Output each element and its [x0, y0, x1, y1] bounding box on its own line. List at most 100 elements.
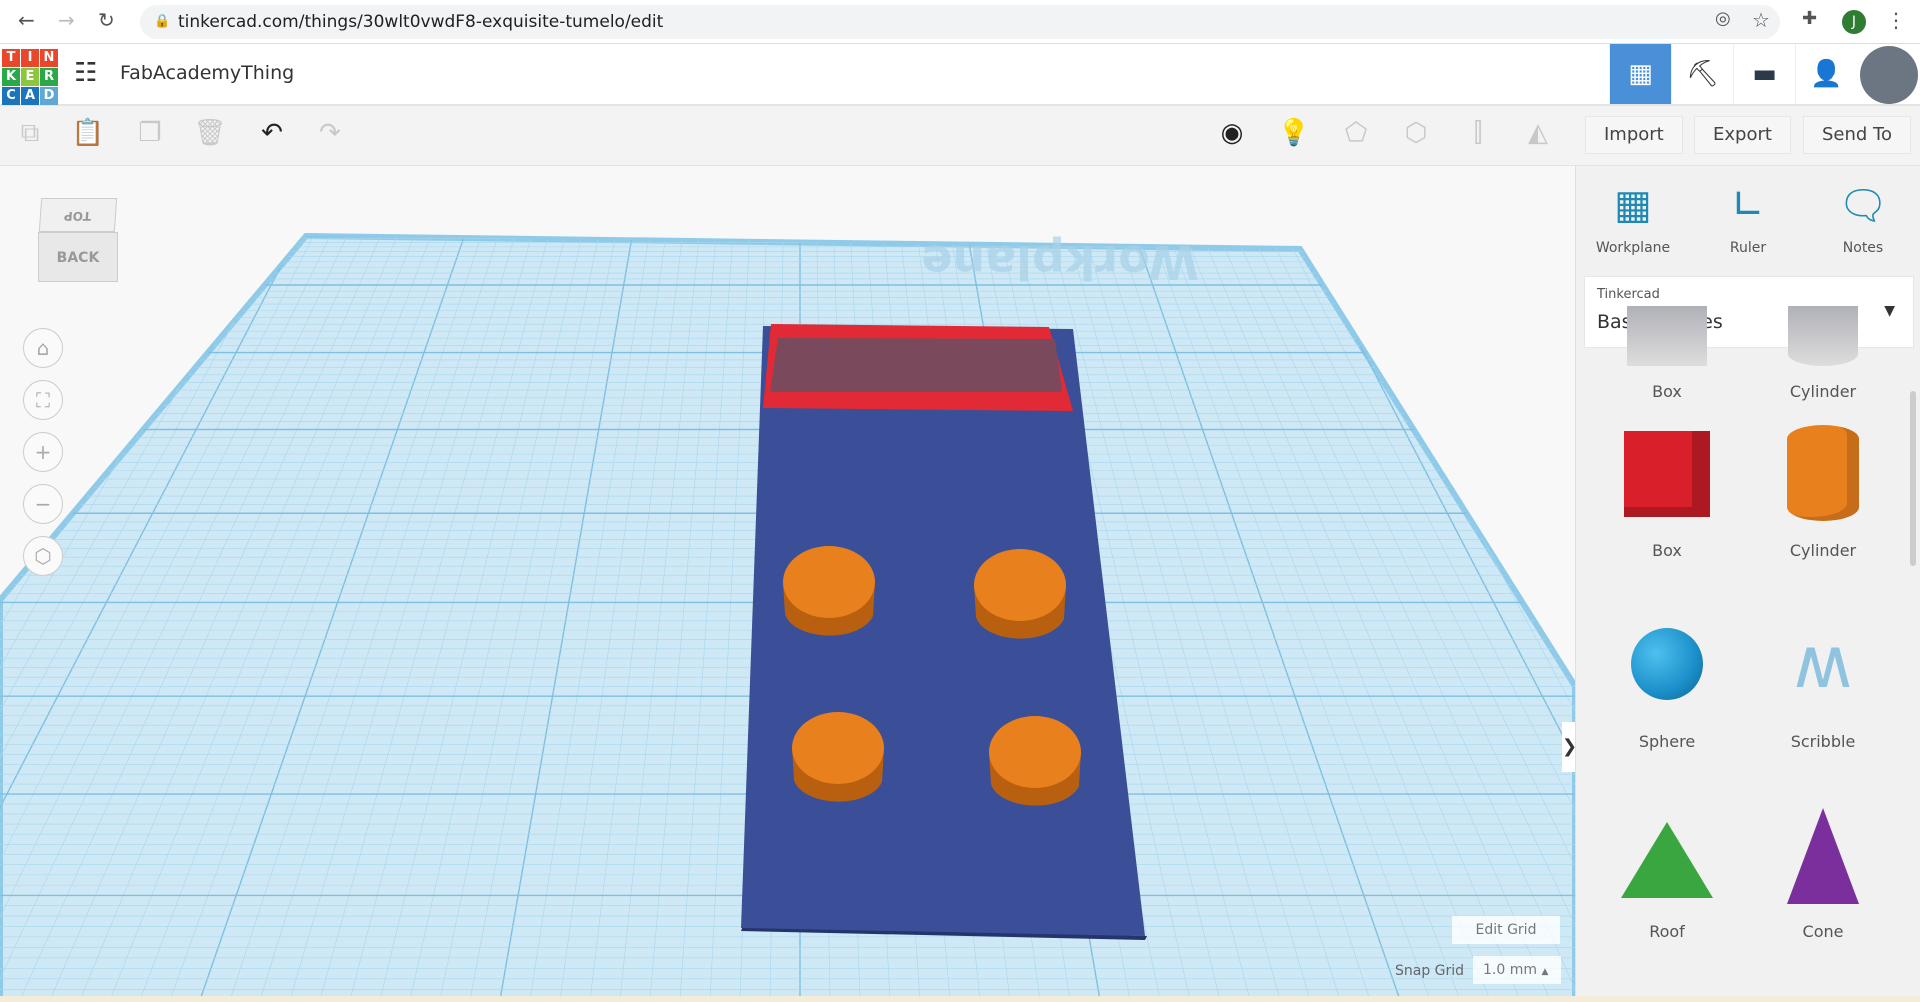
light-bulb-icon[interactable]: 💡: [1274, 118, 1314, 148]
toolbar: ⧉ 📋 ❐ 🗑 ↶ ↷ ◉ 💡 ⬠ ⬡ ⫿ ◭ Import Export Se…: [0, 106, 1920, 166]
orange-cylinder[interactable]: [989, 716, 1081, 788]
workplane-icon: ▦: [1614, 182, 1652, 228]
red-frame-pocket: [770, 338, 1062, 392]
panel-scrollbar[interactable]: [1910, 391, 1916, 566]
snap-grid-value: 1.0 mm: [1483, 962, 1537, 978]
shape-label: Box: [1652, 541, 1682, 560]
zoom-in-icon[interactable]: +: [23, 432, 63, 472]
3d-viewport[interactable]: Workplane TOP BACK ⌂ ⛶ + − ⬡ Edit Grid S…: [0, 166, 1575, 1002]
bottom-strip: [0, 996, 1920, 1002]
collapse-panel-button[interactable]: ❯: [1562, 722, 1575, 772]
shape-box[interactable]: Box: [1602, 306, 1732, 401]
shape-label: Cone: [1802, 922, 1844, 941]
add-user-icon[interactable]: 👤: [1795, 44, 1857, 104]
snap-grid-select[interactable]: 1.0 mm ▲: [1473, 956, 1561, 984]
shape-roof[interactable]: Roof: [1602, 802, 1732, 941]
shape-cylinder[interactable]: Cylinder: [1758, 306, 1888, 401]
logo-letter: E: [21, 68, 39, 86]
roof-icon: [1602, 802, 1732, 908]
redo-icon[interactable]: ↷: [310, 118, 350, 148]
mirror-icon[interactable]: ◭: [1518, 118, 1558, 148]
address-bar[interactable]: 🔒 tinkercad.com/things/30wlt0vwdF8-exquis…: [140, 5, 1780, 39]
ruler-tool[interactable]: ∟ Ruler: [1698, 182, 1798, 256]
shape-label: Scribble: [1790, 732, 1856, 751]
shape-scribble[interactable]: ʍ Scribble: [1758, 612, 1888, 751]
duplicate-icon[interactable]: ❐: [130, 118, 170, 148]
app-header: TIN KER CAD ☷ FabAcademyThing ▦ ⛏ ▬ 👤: [0, 44, 1920, 106]
url-text: tinkercad.com/things/30wlt0vwdF8-exquisi…: [178, 12, 664, 32]
shapes-panel: ▦ Workplane ∟ Ruler 🗨 Notes Tinkercad Basic…: [1575, 166, 1920, 1002]
star-icon[interactable]: ☆: [1752, 8, 1770, 32]
logo-letter: I: [21, 49, 39, 67]
bricks-icon[interactable]: ▬: [1733, 44, 1795, 104]
logo-letter: D: [40, 87, 58, 105]
scene[interactable]: Workplane: [0, 166, 1575, 1002]
design-list-icon[interactable]: ☷: [74, 58, 97, 88]
shape-label: Roof: [1649, 922, 1685, 941]
shape-label: Box: [1652, 382, 1682, 401]
pickaxe-icon[interactable]: ⛏: [1671, 44, 1733, 104]
workplane-tool[interactable]: ▦ Workplane: [1583, 182, 1683, 256]
edit-grid-button[interactable]: Edit Grid: [1452, 916, 1560, 944]
align-icon[interactable]: ⫿: [1458, 118, 1498, 149]
cylinder-icon: [1758, 421, 1888, 527]
group-icon[interactable]: ⬠: [1336, 118, 1376, 148]
import-button[interactable]: Import: [1585, 116, 1683, 154]
shape-box[interactable]: Box: [1602, 421, 1732, 560]
eye-off-icon[interactable]: ◎: [1715, 8, 1731, 29]
orange-cylinder[interactable]: [783, 546, 875, 618]
extensions-icon[interactable]: ✚: [1802, 8, 1817, 29]
back-icon[interactable]: ←: [18, 8, 35, 32]
orange-cylinder[interactable]: [974, 549, 1066, 621]
3d-design-view-icon[interactable]: ▦: [1609, 44, 1671, 104]
view-cube[interactable]: TOP BACK: [38, 198, 118, 288]
shape-label: Cylinder: [1789, 541, 1857, 560]
logo-letter: A: [21, 87, 39, 105]
shape-cylinder[interactable]: Cylinder: [1758, 421, 1888, 560]
caret-up-icon: ▲: [1541, 967, 1549, 977]
lock-icon: 🔒: [154, 14, 171, 29]
tinkercad-logo[interactable]: TIN KER CAD: [2, 49, 58, 105]
notes-tool[interactable]: 🗨 Notes: [1813, 182, 1913, 256]
home-view-icon[interactable]: ⌂: [23, 328, 63, 368]
delete-icon[interactable]: 🗑: [190, 118, 230, 148]
shape-label: Sphere: [1638, 732, 1696, 751]
reload-icon[interactable]: ↻: [98, 8, 115, 32]
paste-icon[interactable]: 📋: [68, 118, 108, 148]
logo-letter: N: [40, 49, 58, 67]
ruler-icon: ∟: [1731, 182, 1765, 228]
snap-grid-label: Snap Grid: [1395, 963, 1465, 979]
logo-letter: R: [40, 68, 58, 86]
notes-tool-label: Notes: [1842, 240, 1884, 256]
box-icon: [1602, 306, 1732, 366]
shape-cone[interactable]: Cone: [1758, 802, 1888, 941]
export-button[interactable]: Export: [1694, 116, 1791, 154]
cone-icon: [1758, 802, 1888, 908]
library-source: Tinkercad: [1597, 287, 1660, 302]
logo-letter: T: [2, 49, 20, 67]
orange-cylinder[interactable]: [792, 712, 884, 784]
view-cube-back[interactable]: BACK: [38, 232, 118, 282]
scribble-icon: ʍ: [1793, 620, 1853, 704]
send-to-button[interactable]: Send To: [1803, 116, 1912, 154]
forward-icon[interactable]: →: [58, 8, 75, 32]
shape-label: Cylinder: [1789, 382, 1857, 401]
zoom-out-icon[interactable]: −: [23, 484, 63, 524]
user-avatar[interactable]: [1860, 46, 1918, 104]
notes-icon: 🗨: [1837, 183, 1889, 229]
workplane-tool-label: Workplane: [1595, 240, 1671, 256]
fit-view-icon[interactable]: ⛶: [23, 380, 63, 420]
ungroup-icon[interactable]: ⬡: [1396, 118, 1436, 148]
copy-icon[interactable]: ⧉: [10, 118, 50, 149]
workplane-label: Workplane: [921, 235, 1199, 289]
logo-letter: C: [2, 87, 20, 105]
shape-sphere[interactable]: Sphere: [1602, 612, 1732, 751]
show-all-icon[interactable]: ◉: [1212, 118, 1252, 148]
profile-avatar[interactable]: J: [1842, 10, 1866, 34]
logo-letter: K: [2, 68, 20, 86]
project-title[interactable]: FabAcademyThing: [120, 62, 294, 84]
menu-icon[interactable]: ⋮: [1886, 8, 1906, 32]
undo-icon[interactable]: ↶: [252, 118, 292, 148]
perspective-icon[interactable]: ⬡: [23, 536, 63, 576]
view-cube-top[interactable]: TOP: [63, 199, 93, 233]
